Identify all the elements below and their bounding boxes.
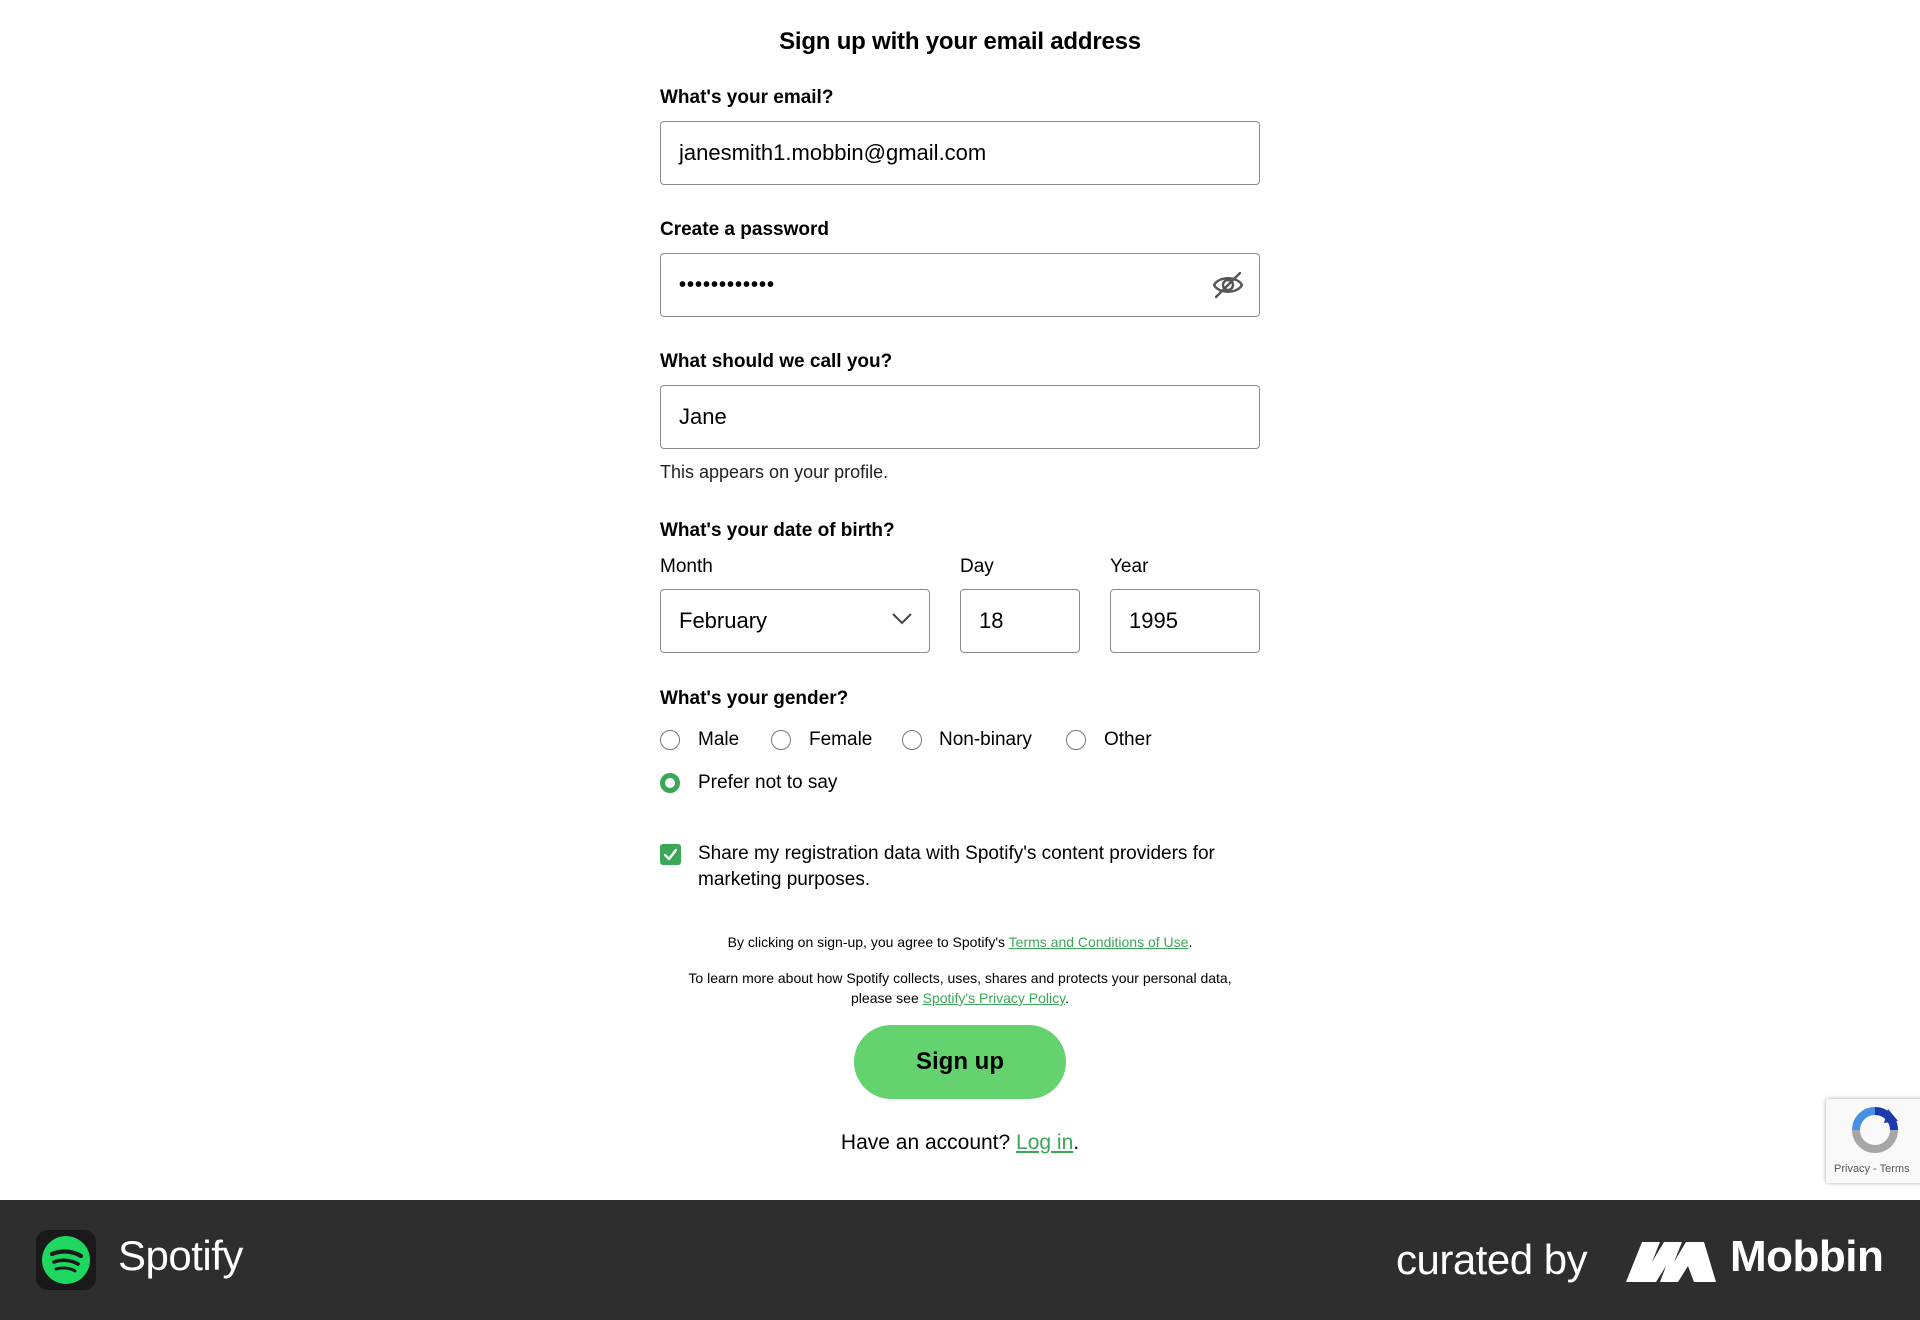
recaptcha-terms-link[interactable]: Terms: [1880, 1163, 1910, 1175]
privacy-line-2: please see Spotify's Privacy Policy.: [660, 988, 1260, 1008]
gender-option-label[interactable]: Non-binary: [939, 729, 1032, 751]
year-field[interactable]: 1995: [1110, 589, 1260, 653]
gender-radio-other[interactable]: [1066, 730, 1086, 750]
privacy-suffix: .: [1065, 990, 1069, 1006]
month-select[interactable]: February: [660, 589, 930, 653]
password-label: Create a password: [660, 219, 829, 240]
gender-radio-prefer-not-to-say[interactable]: [660, 773, 680, 793]
eye-slash-icon[interactable]: [1211, 270, 1245, 300]
share-data-text: Share my registration data with Spotify'…: [698, 843, 1215, 890]
dob-label: What's your date of birth?: [660, 520, 895, 541]
recaptcha-links: Privacy - Terms: [1834, 1163, 1910, 1175]
curated-by-text: curated by: [1396, 1236, 1588, 1283]
day-value: 18: [979, 608, 1004, 633]
spotify-logo-icon: [36, 1230, 96, 1290]
month-value: February: [679, 608, 768, 633]
terms-notice: By clicking on sign-up, you agree to Spo…: [660, 932, 1260, 952]
gender-option-label[interactable]: Female: [809, 729, 872, 751]
footer-bar: Spotify curated by Mobbin: [0, 1200, 1920, 1320]
day-label: Day: [960, 556, 994, 577]
have-account-text: Have an account?: [840, 1131, 1017, 1154]
name-field[interactable]: Jane: [660, 385, 1260, 449]
gender-option-label[interactable]: Other: [1104, 729, 1152, 751]
year-value: 1995: [1129, 608, 1178, 633]
terms-link[interactable]: Terms and Conditions of Use: [1009, 934, 1189, 950]
gender-radio-non-binary[interactable]: [902, 730, 922, 750]
app-name: Spotify: [118, 1232, 243, 1279]
chevron-down-icon: [892, 613, 912, 625]
recaptcha-badge[interactable]: Privacy - Terms: [1826, 1099, 1920, 1183]
privacy-policy-link[interactable]: Spotify's Privacy Policy: [923, 990, 1065, 1006]
password-field[interactable]: ••••••••••••: [660, 253, 1260, 317]
gender-radio-male[interactable]: [660, 730, 680, 750]
gender-label: What's your gender?: [660, 688, 849, 709]
email-label: What's your email?: [660, 87, 834, 108]
terms-prefix: By clicking on sign-up, you agree to Spo…: [727, 934, 1009, 950]
privacy-notice: To learn more about how Spotify collects…: [660, 968, 1260, 1008]
mobbin-logo-icon: [1626, 1242, 1716, 1282]
sign-up-button[interactable]: Sign up: [854, 1025, 1066, 1099]
privacy-prefix: please see: [851, 990, 923, 1006]
recaptcha-icon: [1852, 1107, 1898, 1153]
gender-option-label[interactable]: Prefer not to say: [698, 772, 837, 794]
name-hint: This appears on your profile.: [660, 462, 889, 482]
gender-radio-female[interactable]: [771, 730, 791, 750]
terms-suffix: .: [1188, 934, 1193, 950]
recaptcha-privacy-link[interactable]: Privacy: [1834, 1163, 1870, 1175]
year-label: Year: [1110, 556, 1149, 577]
password-value: ••••••••••••: [679, 274, 776, 296]
email-field[interactable]: janesmith1.mobbin@gmail.com: [660, 121, 1260, 185]
privacy-line-1: To learn more about how Spotify collects…: [688, 970, 1232, 986]
page-title: Sign up with your email address: [779, 28, 1141, 55]
have-account-line: Have an account? Log in.: [660, 1131, 1260, 1155]
name-value: Jane: [679, 404, 727, 429]
name-label: What should we call you?: [660, 351, 893, 372]
gender-option-label[interactable]: Male: [698, 729, 739, 751]
checkmark-icon: [663, 848, 678, 861]
signup-page: Sign up with your email address What's y…: [0, 0, 1920, 1200]
log-in-link[interactable]: Log in: [1016, 1131, 1073, 1154]
brand-name: Mobbin: [1730, 1232, 1884, 1281]
recaptcha-separator: -: [1870, 1163, 1880, 1175]
day-field[interactable]: 18: [960, 589, 1080, 653]
month-label: Month: [660, 556, 713, 577]
share-data-checkbox[interactable]: [660, 844, 681, 865]
email-value: janesmith1.mobbin@gmail.com: [679, 140, 987, 165]
have-account-suffix: .: [1073, 1131, 1080, 1154]
